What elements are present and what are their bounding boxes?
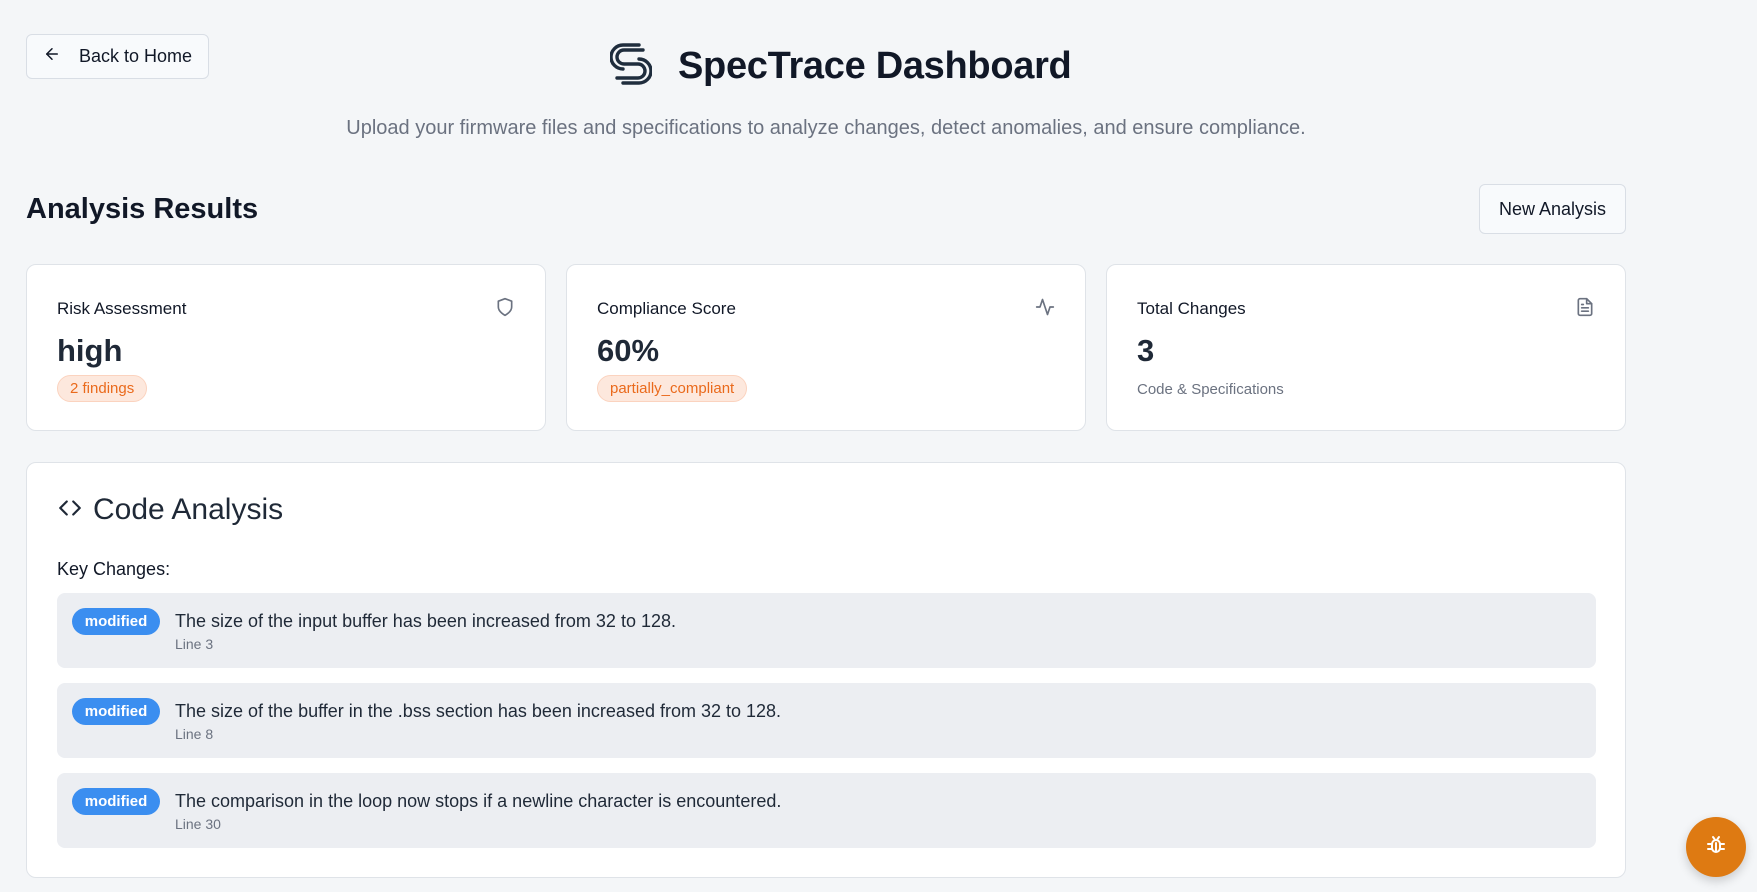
spectrace-logo-icon <box>609 42 653 91</box>
change-item: modified The size of the buffer in the .… <box>57 683 1596 758</box>
change-description: The size of the buffer in the .bss secti… <box>175 701 782 721</box>
code-analysis-title: Code Analysis <box>93 493 284 526</box>
code-analysis-panel: Code Analysis Key Changes: modified The … <box>26 462 1626 878</box>
new-analysis-button[interactable]: New Analysis <box>1479 184 1626 234</box>
total-changes-note: Code & Specifications <box>1137 381 1284 398</box>
risk-assessment-label: Risk Assessment <box>57 299 187 318</box>
change-type-badge: modified <box>72 788 160 815</box>
risk-assessment-card: Risk Assessment high 2 findings <box>26 264 546 431</box>
back-to-home-label: Back to Home <box>79 46 193 66</box>
page-subtitle: Upload your firmware files and specifica… <box>346 117 1306 139</box>
compliance-score-value: 60% <box>597 333 660 368</box>
change-item: modified The size of the input buffer ha… <box>57 593 1596 668</box>
arrow-left-icon <box>43 45 61 68</box>
bug-icon <box>1704 833 1728 862</box>
change-line-number: Line 8 <box>175 726 214 742</box>
compliance-score-card: Compliance Score 60% partially_compliant <box>566 264 1086 431</box>
document-icon <box>1575 297 1595 317</box>
total-changes-value: 3 <box>1137 333 1155 368</box>
change-line-number: Line 3 <box>175 636 214 652</box>
total-changes-card: Total Changes 3 Code & Specifications <box>1106 264 1626 431</box>
dashboard-page: Back to Home SpecTrace Dashboard Upload … <box>0 0 1757 892</box>
change-item: modified The comparison in the loop now … <box>57 773 1596 848</box>
code-analysis-header: Code Analysis <box>57 493 283 527</box>
bug-report-button[interactable] <box>1686 817 1746 877</box>
brand-header: SpecTrace Dashboard <box>609 42 1072 91</box>
change-type-badge: modified <box>72 608 160 635</box>
change-description: The size of the input buffer has been in… <box>175 611 676 631</box>
change-type-badge: modified <box>72 698 160 725</box>
back-to-home-button[interactable]: Back to Home <box>26 34 209 79</box>
code-icon <box>57 495 83 526</box>
key-changes-label: Key Changes: <box>57 559 171 579</box>
activity-icon <box>1035 297 1055 317</box>
shield-icon <box>495 297 515 317</box>
page-title: SpecTrace Dashboard <box>678 45 1072 87</box>
change-description: The comparison in the loop now stops if … <box>175 791 782 811</box>
findings-badge: 2 findings <box>57 375 148 402</box>
compliance-score-label: Compliance Score <box>597 299 736 318</box>
risk-level-value: high <box>57 333 123 368</box>
compliance-status-badge: partially_compliant <box>597 375 748 402</box>
total-changes-label: Total Changes <box>1137 299 1246 318</box>
analysis-results-heading: Analysis Results <box>26 193 259 225</box>
change-line-number: Line 30 <box>175 816 221 832</box>
